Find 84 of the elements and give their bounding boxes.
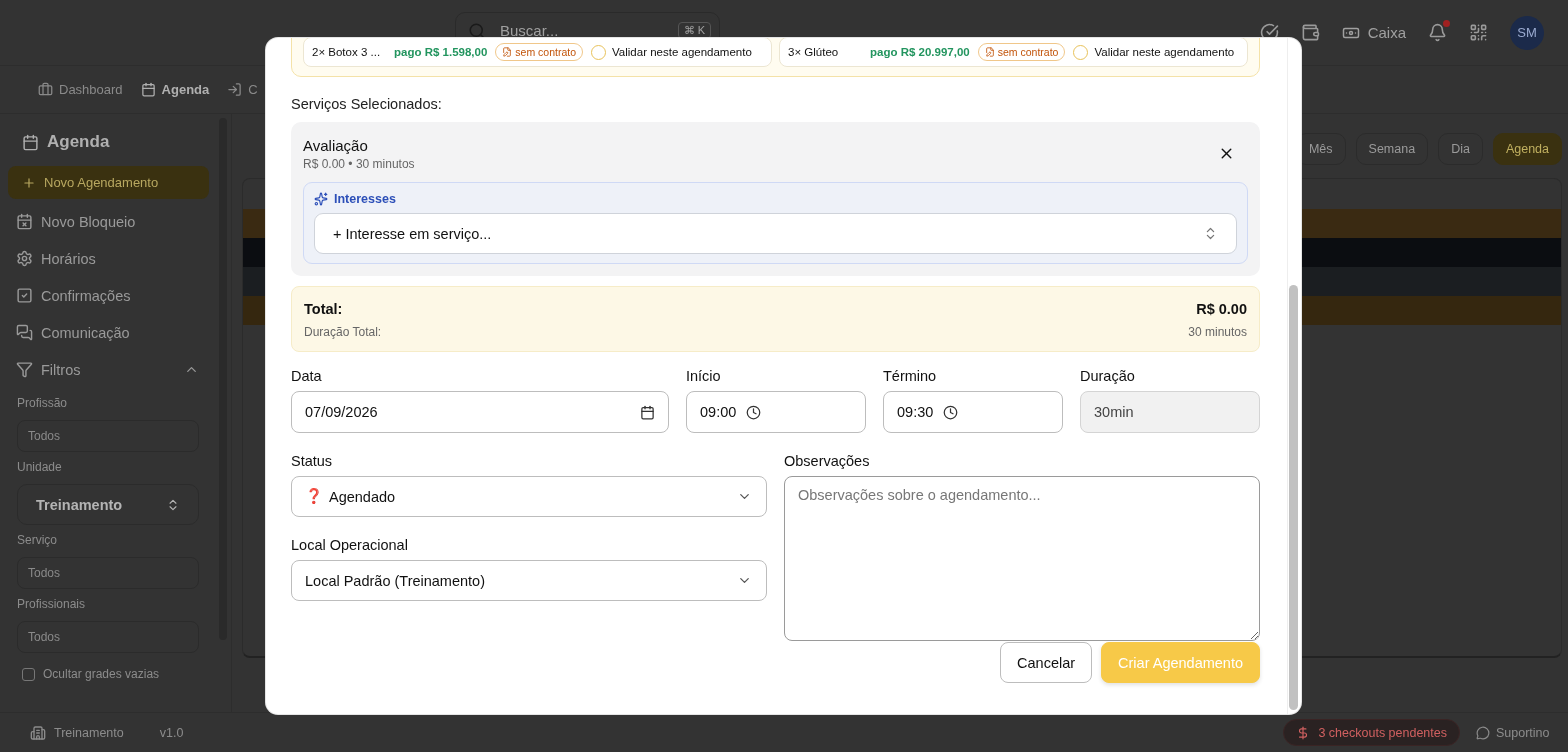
filter-label: Unidade bbox=[16, 460, 63, 474]
settings-icon bbox=[16, 250, 33, 267]
scrollbar[interactable] bbox=[1287, 38, 1301, 714]
interests-label: Interesses bbox=[334, 192, 396, 206]
clock-icon bbox=[943, 404, 959, 420]
filter-field[interactable]: Todos bbox=[17, 621, 199, 653]
version-text: v1.0 bbox=[159, 725, 184, 740]
filter-field[interactable]: Todos bbox=[17, 557, 199, 589]
calendar-x-icon bbox=[16, 213, 33, 230]
chat-icon bbox=[16, 324, 33, 341]
paid-amount: pago R$ 20.997,00 bbox=[870, 46, 970, 58]
package-name: 3× Glúteo bbox=[788, 46, 840, 58]
field-label: Início bbox=[686, 368, 722, 384]
sidebar-title: Agenda bbox=[47, 132, 110, 152]
field-label: Data bbox=[291, 368, 323, 384]
total-label: Total: bbox=[304, 301, 344, 317]
filter-select[interactable]: Treinamento bbox=[17, 484, 199, 525]
cancel-button[interactable]: Cancelar bbox=[1000, 642, 1093, 683]
clock-icon bbox=[746, 404, 762, 420]
sidebar-item[interactable]: Comunicação bbox=[8, 314, 209, 351]
duration-field: 30min bbox=[1080, 391, 1260, 433]
wallet-icon[interactable] bbox=[1300, 23, 1320, 42]
support-button[interactable]: Suportino bbox=[1476, 725, 1568, 740]
view-button[interactable]: Agenda bbox=[1492, 133, 1562, 165]
field-label: Observações bbox=[784, 453, 871, 469]
chat-bubble-icon bbox=[1476, 725, 1490, 740]
unit-name: Treinamento bbox=[54, 725, 124, 740]
notes-field[interactable]: Observações sobre o agendamento... bbox=[784, 476, 1260, 641]
sidebar-item[interactable]: Novo Bloqueio bbox=[8, 203, 209, 240]
file-pen-icon bbox=[502, 47, 513, 57]
sidebar-item[interactable]: Confirmações bbox=[8, 277, 209, 314]
user-avatar[interactable]: SM bbox=[1510, 15, 1544, 50]
radio-button[interactable] bbox=[591, 44, 607, 60]
notifications-icon[interactable] bbox=[1428, 23, 1447, 42]
nav-tab[interactable]: Dashboard bbox=[38, 82, 123, 97]
radio-label: Validar neste agendamento bbox=[1094, 46, 1235, 58]
date-field[interactable]: 07/09/2026 bbox=[291, 391, 669, 433]
sparkles-icon bbox=[314, 192, 328, 206]
field-label: Local Operacional bbox=[291, 537, 409, 553]
search-icon bbox=[468, 21, 486, 40]
nav-tab[interactable]: Agenda bbox=[140, 82, 210, 97]
radio-button[interactable] bbox=[1073, 44, 1089, 60]
calendar-icon bbox=[640, 404, 655, 420]
filter-label: Profissão bbox=[16, 396, 69, 410]
calendar-icon bbox=[140, 82, 156, 97]
section-title: Serviços Selecionados: bbox=[291, 96, 443, 112]
duration-label: Duração Total: bbox=[304, 325, 383, 339]
calendar-icon bbox=[22, 133, 39, 151]
briefcase-icon bbox=[38, 82, 53, 97]
file-pen-icon bbox=[984, 47, 995, 57]
sidebar-item[interactable]: Horários bbox=[8, 240, 209, 277]
service-name: Avaliação bbox=[303, 137, 369, 154]
time-field[interactable]: 09:00 bbox=[686, 391, 866, 433]
interest-select[interactable]: + Interesse em serviço... bbox=[314, 213, 1237, 254]
search-placeholder: Buscar... bbox=[500, 22, 560, 39]
view-button[interactable]: Semana bbox=[1355, 133, 1429, 165]
service-details: R$ 0.00 • 30 minutos bbox=[303, 157, 415, 171]
field-label: Status bbox=[291, 453, 334, 469]
chevrons-icon bbox=[166, 497, 180, 512]
new-appointment-button[interactable]: Novo Agendamento bbox=[8, 166, 209, 199]
time-field[interactable]: 09:30 bbox=[883, 391, 1063, 433]
status-select[interactable]: ❓ Agendado bbox=[291, 476, 767, 517]
filters-toggle[interactable]: Filtros bbox=[8, 351, 209, 388]
filter-field[interactable]: Todos bbox=[17, 420, 199, 452]
filter-label: Serviço bbox=[16, 533, 58, 547]
filter-icon bbox=[16, 361, 33, 378]
building-icon bbox=[30, 724, 46, 741]
cash-button[interactable]: Caixa bbox=[1341, 23, 1406, 42]
checkbox-label: Ocultar grades vazias bbox=[43, 667, 160, 681]
checkbox-icon bbox=[16, 287, 33, 304]
location-select[interactable]: Local Padrão (Treinamento) bbox=[291, 560, 767, 601]
login-icon bbox=[227, 82, 243, 97]
pending-checkouts-button[interactable]: 3 checkouts pendentes bbox=[1283, 719, 1460, 746]
checkbox[interactable] bbox=[22, 667, 35, 681]
qr-code-icon[interactable] bbox=[1469, 23, 1488, 42]
total-value: R$ 0.00 bbox=[1195, 301, 1247, 317]
field-label: Duração bbox=[1080, 368, 1136, 384]
plus-icon bbox=[22, 175, 36, 190]
duration-value: 30 minutos bbox=[1188, 325, 1247, 339]
field-label: Término bbox=[883, 368, 938, 384]
filter-label: Profissionais bbox=[16, 597, 87, 611]
package-name: 2× Botox 3 ... bbox=[312, 46, 382, 58]
nav-tab[interactable]: C bbox=[227, 82, 258, 97]
view-button[interactable]: Dia bbox=[1438, 133, 1483, 165]
